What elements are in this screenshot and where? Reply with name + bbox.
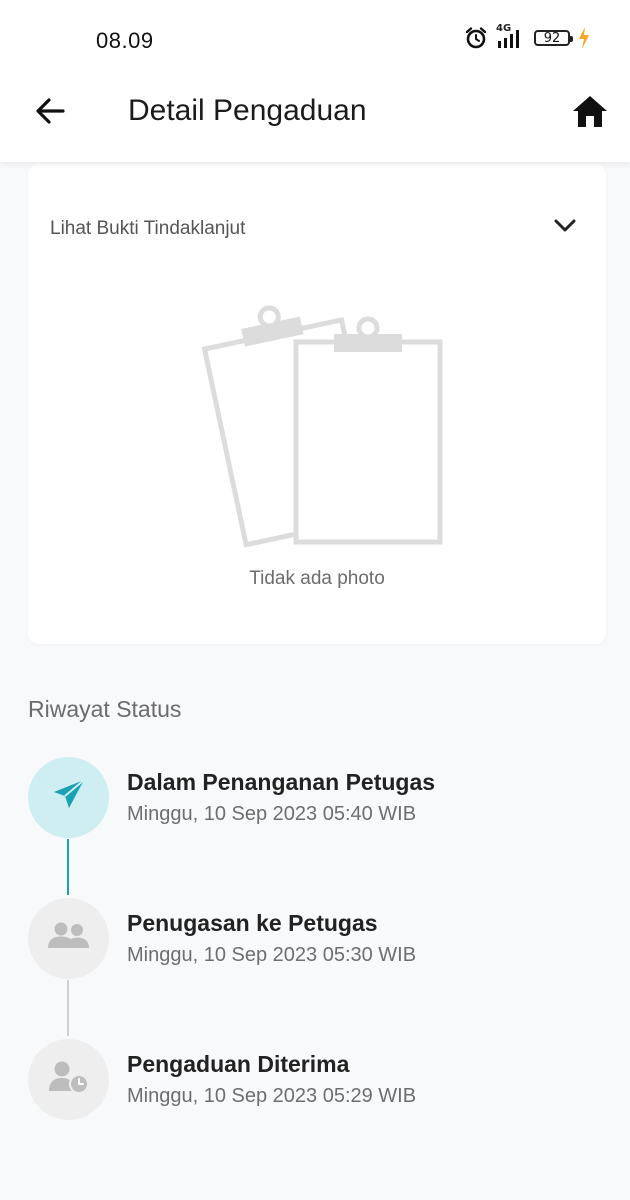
no-photo-text: Tidak ada photo (249, 568, 385, 589)
timeline-item: Pengaduan Diterima Minggu, 10 Sep 2023 0… (28, 1039, 608, 1121)
timeline-status-circle (28, 898, 109, 979)
status-time: 08.09 (96, 28, 154, 53)
proof-card: Lihat Bukti Tindaklanjut Tidak ada photo (28, 164, 606, 644)
app-bar: Detail Pengaduan (0, 72, 630, 162)
timeline-title: Dalam Penanganan Petugas (127, 769, 436, 795)
users-icon (47, 921, 91, 956)
back-button[interactable] (30, 93, 70, 133)
status-icons: 4G 92 (464, 23, 590, 50)
alarm-icon (464, 26, 488, 50)
timeline-connector (67, 980, 69, 1036)
timeline-date: Minggu, 10 Sep 2023 05:29 WIB (127, 1085, 417, 1107)
arrow-left-icon (34, 95, 66, 132)
proof-toggle-label: Lihat Bukti Tindaklanjut (50, 218, 246, 239)
timeline-item: Penugasan ke Petugas Minggu, 10 Sep 2023… (28, 898, 608, 980)
clipboard-icon (196, 304, 456, 559)
timeline-title: Pengaduan Diterima (127, 1051, 350, 1077)
charging-bolt-icon (578, 27, 590, 49)
timeline-title: Penugasan ke Petugas (127, 910, 378, 936)
history-heading: Riwayat Status (28, 696, 182, 722)
paper-plane-icon (51, 777, 87, 818)
timeline-item: Dalam Penanganan Petugas Minggu, 10 Sep … (28, 757, 608, 839)
timeline-connector (67, 839, 69, 895)
timeline-date: Minggu, 10 Sep 2023 05:40 WIB (127, 803, 417, 825)
user-clock-icon (48, 1060, 90, 1099)
signal-icon: 4G (496, 23, 526, 49)
timeline-status-circle (28, 1039, 109, 1120)
home-button[interactable] (568, 91, 612, 135)
timeline-date: Minggu, 10 Sep 2023 05:30 WIB (127, 944, 417, 966)
chevron-down-icon[interactable] (554, 218, 576, 239)
proof-toggle[interactable]: Lihat Bukti Tindaklanjut (28, 200, 606, 256)
home-icon (572, 94, 608, 133)
timeline-status-circle (28, 757, 109, 838)
battery-icon: 92 (534, 30, 573, 46)
status-bar: 08.09 4G 92 (0, 0, 630, 72)
page-title: Detail Pengaduan (128, 94, 367, 127)
network-type-label: 4G (496, 23, 512, 34)
